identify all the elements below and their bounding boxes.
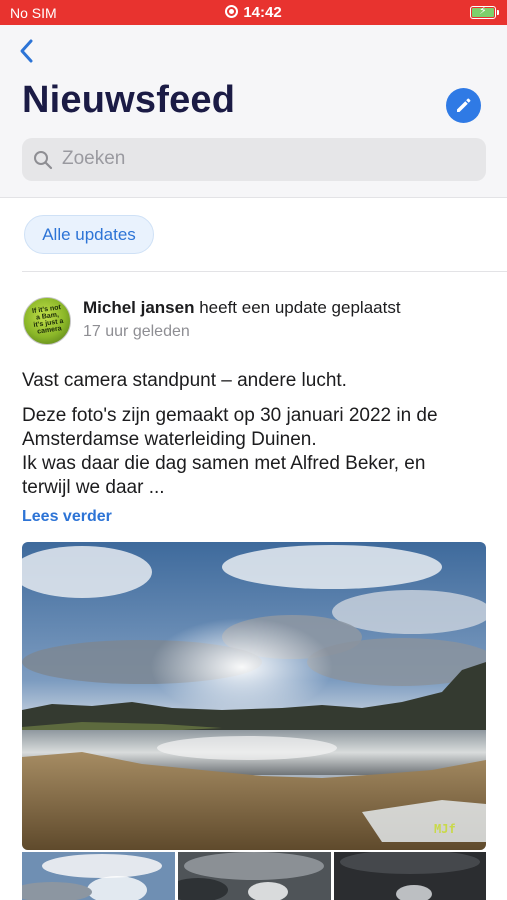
sky-photo-thumbnail	[22, 852, 175, 900]
avatar-logo-text: If it's not a Bam, it's just a camera	[31, 304, 64, 336]
clouds-photo-thumbnail	[178, 852, 331, 900]
status-bar: No SIM 14:42 ⚡	[0, 0, 507, 25]
author-name[interactable]: Michel jansen	[83, 298, 194, 317]
post-body-line: Ik was daar die dag samen met Alfred Bek…	[22, 453, 426, 474]
edit-button[interactable]	[446, 88, 481, 123]
search-icon	[34, 151, 53, 170]
post-title: Vast camera standpunt – andere lucht.	[22, 370, 347, 391]
back-button[interactable]	[16, 37, 42, 67]
pencil-icon	[457, 98, 471, 112]
post-photo-main[interactable]: MJf	[22, 542, 486, 850]
post-author-line: Michel jansen heeft een update geplaatst	[83, 298, 401, 318]
page-title: Nieuwsfeed	[22, 79, 236, 121]
filter-all-updates-button[interactable]: Alle updates	[24, 215, 154, 254]
divider	[22, 271, 507, 272]
photo-watermark: MJf	[434, 822, 456, 836]
chevron-left-icon	[20, 39, 33, 63]
avatar[interactable]: If it's not a Bam, it's just a camera	[23, 297, 71, 345]
post-body-line: terwijl we daar ...	[22, 477, 165, 498]
post-action-text: heeft een update geplaatst	[199, 298, 401, 317]
post-body: Deze foto's zijn gemaakt op 30 januari 2…	[22, 404, 492, 500]
post-timestamp: 17 uur geleden	[83, 323, 190, 340]
search-input[interactable]	[62, 146, 462, 172]
status-time: 14:42	[243, 4, 282, 21]
header: Nieuwsfeed	[0, 25, 507, 198]
post-photo-thumbnail[interactable]	[178, 852, 331, 900]
record-icon	[225, 5, 239, 18]
dark-sky-photo-thumbnail	[334, 852, 486, 900]
post-body-line: Deze foto's zijn gemaakt op 30 januari 2…	[22, 405, 438, 426]
post-photo-thumbnail[interactable]	[334, 852, 486, 900]
battery-charging-icon: ⚡	[470, 5, 499, 19]
status-time-group: 14:42	[0, 4, 507, 21]
read-more-link[interactable]: Lees verder	[22, 508, 112, 526]
post-body-line: Amsterdamse waterleiding Duinen.	[22, 429, 317, 450]
search-bar[interactable]	[22, 138, 486, 181]
landscape-photo: MJf	[22, 542, 486, 850]
post-photo-thumbnail[interactable]	[22, 852, 175, 900]
